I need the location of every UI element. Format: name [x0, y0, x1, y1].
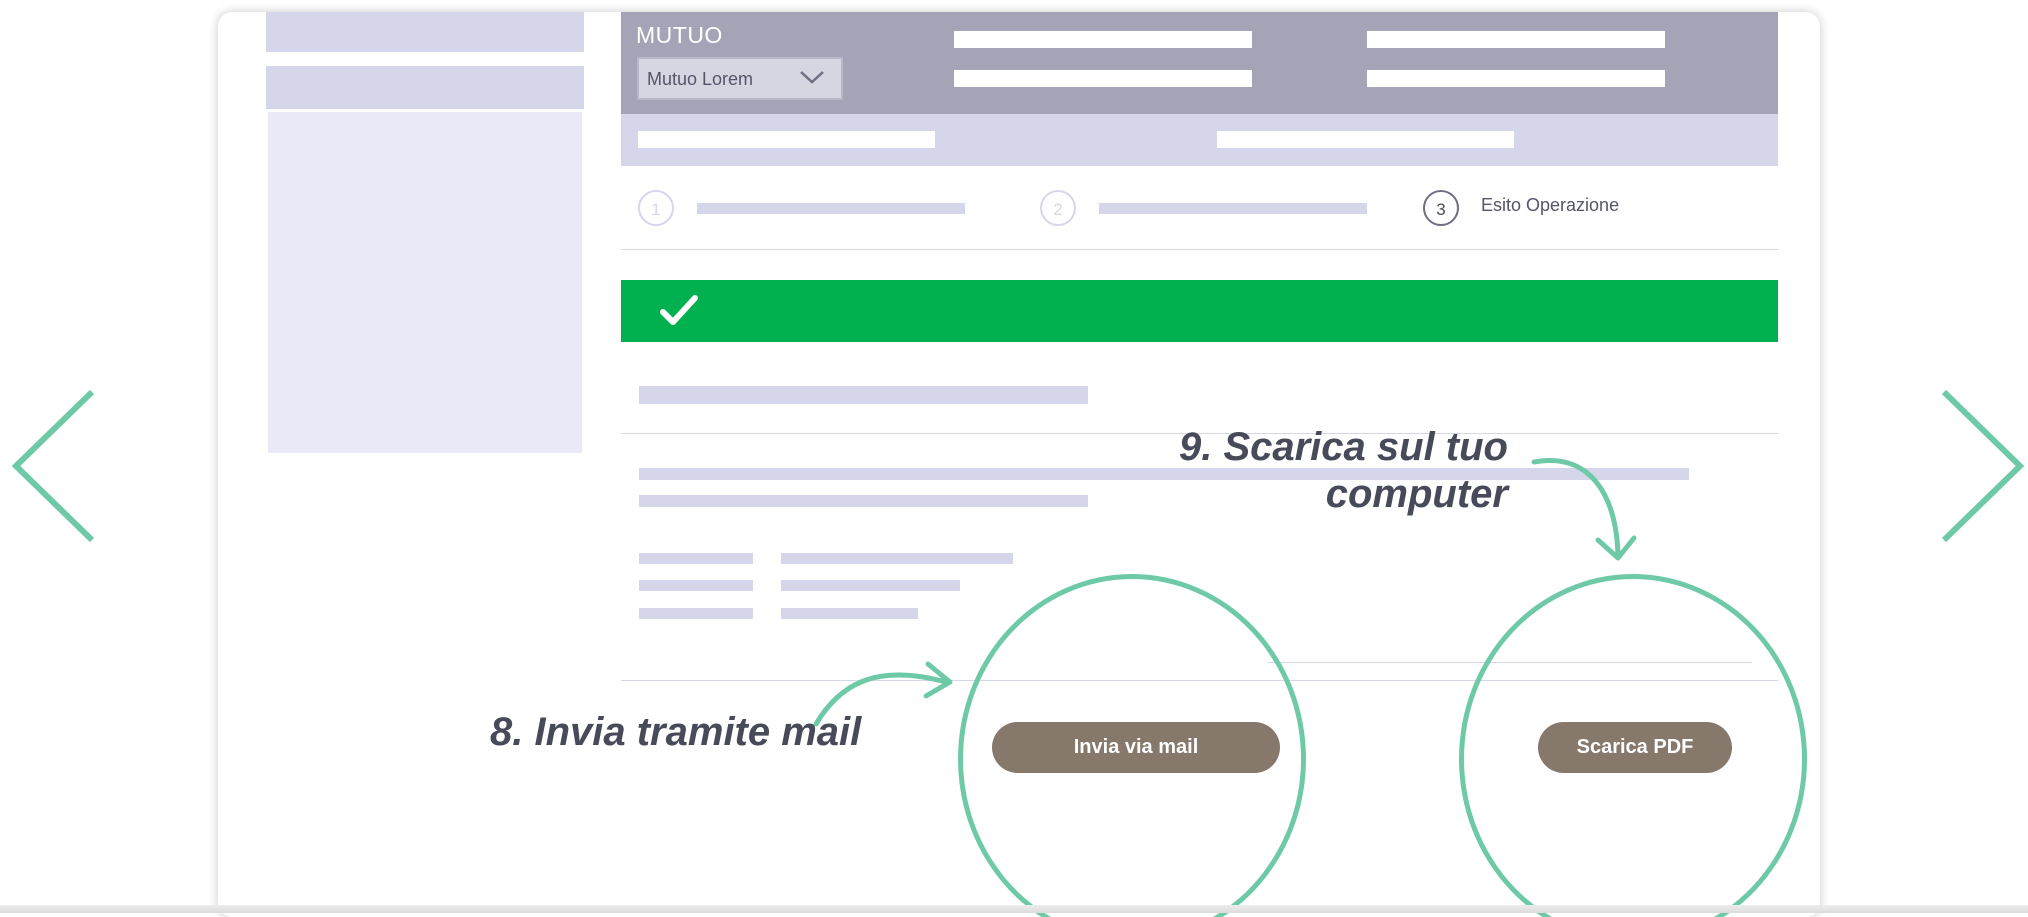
- content-text-placeholder: [639, 495, 1088, 507]
- content-title-placeholder: [639, 386, 1088, 404]
- step-2-label-placeholder: [1099, 203, 1367, 214]
- download-pdf-highlight-ring: [1459, 574, 1807, 917]
- product-select[interactable]: Mutuo Lorem: [637, 57, 843, 100]
- step-3-label: Esito Operazione: [1481, 195, 1620, 215]
- annotation-download-line1: 9. Scarica sul tuo: [1178, 425, 1508, 469]
- step-3-indicator: 3: [1423, 190, 1459, 226]
- chevron-right-icon: [1941, 389, 2025, 543]
- chevron-left-icon: [11, 389, 95, 543]
- detail-label-placeholder: [639, 553, 753, 564]
- annotation-mail: 8. Invia tramite mail: [490, 710, 862, 754]
- subheader-placeholder: [1217, 131, 1514, 148]
- product-select-value: Mutuo Lorem: [647, 69, 754, 89]
- annotation-download-line2: computer: [1325, 472, 1508, 516]
- header-placeholder: [1367, 70, 1665, 87]
- mockup-card: MUTUO Mutuo Lorem 1 2 3 Esito Operazione…: [218, 12, 1820, 917]
- sidebar-placeholder-1: [266, 12, 584, 52]
- sidebar-panel: [268, 112, 582, 453]
- stepper-divider: [621, 249, 1778, 250]
- header-placeholder: [1367, 31, 1665, 48]
- chevron-down-icon: [799, 69, 825, 90]
- checkmark-icon: [659, 294, 699, 333]
- page-title: MUTUO: [636, 22, 723, 48]
- detail-value-placeholder: [781, 553, 1013, 564]
- step-1-label-placeholder: [697, 203, 965, 214]
- detail-label-placeholder: [639, 608, 753, 619]
- bottom-shadow: [0, 905, 2028, 913]
- detail-label-placeholder: [639, 580, 753, 591]
- sidebar-placeholder-2: [266, 66, 584, 109]
- header-placeholder: [954, 70, 1252, 87]
- send-mail-highlight-ring: [958, 574, 1306, 917]
- step-1-indicator: 1: [638, 190, 674, 226]
- subheader-placeholder: [638, 131, 935, 148]
- step-2-indicator: 2: [1040, 190, 1076, 226]
- prev-slide-button[interactable]: [8, 388, 98, 544]
- annotation-arrow-download: [1531, 458, 1637, 561]
- header-placeholder: [954, 31, 1252, 48]
- detail-value-placeholder: [781, 580, 960, 591]
- detail-value-placeholder: [781, 608, 918, 619]
- next-slide-button[interactable]: [1938, 388, 2028, 544]
- success-banner: [621, 280, 1778, 342]
